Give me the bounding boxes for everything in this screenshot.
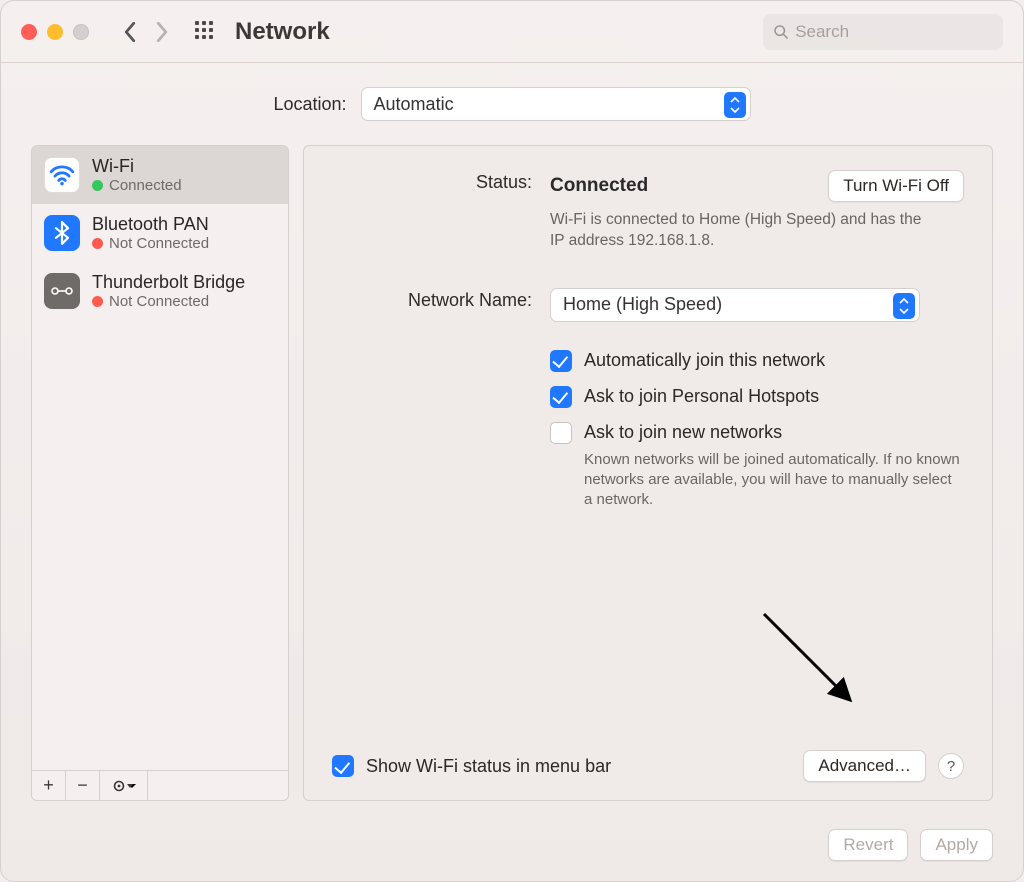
ask-hotspot-label: Ask to join Personal Hotspots [584, 386, 819, 407]
ask-hotspot-checkbox-row: Ask to join Personal Hotspots [550, 386, 964, 408]
window-controls [21, 24, 89, 40]
body: Wi-Fi Connected Bluetooth PAN Not Connec… [1, 135, 1023, 821]
sidebar-item-thunderbolt-bridge[interactable]: Thunderbolt Bridge Not Connected [32, 262, 288, 320]
zoom-window-icon[interactable] [73, 24, 89, 40]
location-select[interactable]: Automatic [361, 87, 751, 121]
wifi-icon [44, 157, 80, 193]
interface-name: Wi-Fi [92, 156, 182, 177]
toggle-wifi-button[interactable]: Turn Wi-Fi Off [828, 170, 964, 202]
interface-name: Thunderbolt Bridge [92, 272, 245, 293]
back-button[interactable] [117, 19, 143, 45]
help-button[interactable]: ? [938, 753, 964, 779]
location-value: Automatic [374, 94, 454, 115]
status-description: Wi-Fi is connected to Home (High Speed) … [550, 210, 930, 252]
remove-interface-button[interactable]: − [66, 771, 100, 800]
ask-new-description: Known networks will be joined automatica… [584, 450, 964, 511]
more-actions-button[interactable] [100, 771, 148, 800]
interface-name: Bluetooth PAN [92, 214, 209, 235]
close-window-icon[interactable] [21, 24, 37, 40]
minimize-window-icon[interactable] [47, 24, 63, 40]
network-preferences-window: Network Location: Automatic [0, 0, 1024, 882]
ask-new-checkbox-row: Ask to join new networks [550, 422, 964, 444]
thunderbolt-bridge-icon [44, 273, 80, 309]
detail-panel: Status: Connected Turn Wi-Fi Off Wi-Fi i… [303, 145, 993, 801]
forward-button[interactable] [149, 19, 175, 45]
apply-button[interactable]: Apply [920, 829, 993, 861]
search-icon [773, 23, 789, 41]
chevron-updown-icon [893, 293, 915, 319]
ask-new-label: Ask to join new networks [584, 422, 782, 443]
status-label: Status: [332, 170, 532, 252]
sidebar-item-wifi[interactable]: Wi-Fi Connected [32, 146, 288, 204]
status-value: Connected [550, 175, 648, 197]
show-menubar-checkbox[interactable] [332, 755, 354, 777]
annotation-arrow-icon [756, 606, 866, 716]
interface-list: Wi-Fi Connected Bluetooth PAN Not Connec… [32, 146, 288, 770]
search-field[interactable] [763, 14, 1003, 50]
ask-new-checkbox[interactable] [550, 422, 572, 444]
detail-bottom-row: Show Wi-Fi status in menu bar Advanced… … [332, 738, 964, 782]
ask-hotspot-checkbox[interactable] [550, 386, 572, 408]
chevron-updown-icon [724, 92, 746, 118]
show-menubar-checkbox-row: Show Wi-Fi status in menu bar [332, 755, 611, 777]
interface-sidebar: Wi-Fi Connected Bluetooth PAN Not Connec… [31, 145, 289, 801]
advanced-button[interactable]: Advanced… [803, 750, 926, 782]
status-dot-icon [92, 296, 103, 307]
location-row: Location: Automatic [1, 63, 1023, 135]
interface-status: Not Connected [109, 235, 209, 252]
auto-join-checkbox-row: Automatically join this network [550, 350, 964, 372]
footer-buttons: Revert Apply [1, 821, 1023, 881]
auto-join-checkbox[interactable] [550, 350, 572, 372]
sidebar-toolbar: + − [32, 770, 288, 800]
add-interface-button[interactable]: + [32, 771, 66, 800]
auto-join-label: Automatically join this network [584, 350, 825, 371]
revert-button[interactable]: Revert [828, 829, 908, 861]
network-name-value: Home (High Speed) [563, 294, 722, 315]
network-name-select[interactable]: Home (High Speed) [550, 288, 920, 322]
search-input[interactable] [795, 22, 993, 42]
interface-status: Connected [109, 177, 182, 194]
status-dot-icon [92, 180, 103, 191]
page-title: Network [235, 18, 330, 46]
status-dot-icon [92, 238, 103, 249]
show-menubar-label: Show Wi-Fi status in menu bar [366, 756, 611, 777]
location-label: Location: [273, 94, 346, 115]
sidebar-item-bluetooth-pan[interactable]: Bluetooth PAN Not Connected [32, 204, 288, 262]
network-name-label: Network Name: [332, 288, 532, 322]
titlebar: Network [1, 1, 1023, 63]
toolbar-filler [148, 771, 288, 800]
interface-status: Not Connected [109, 293, 209, 310]
bluetooth-icon [44, 215, 80, 251]
show-all-icon[interactable] [195, 21, 217, 43]
